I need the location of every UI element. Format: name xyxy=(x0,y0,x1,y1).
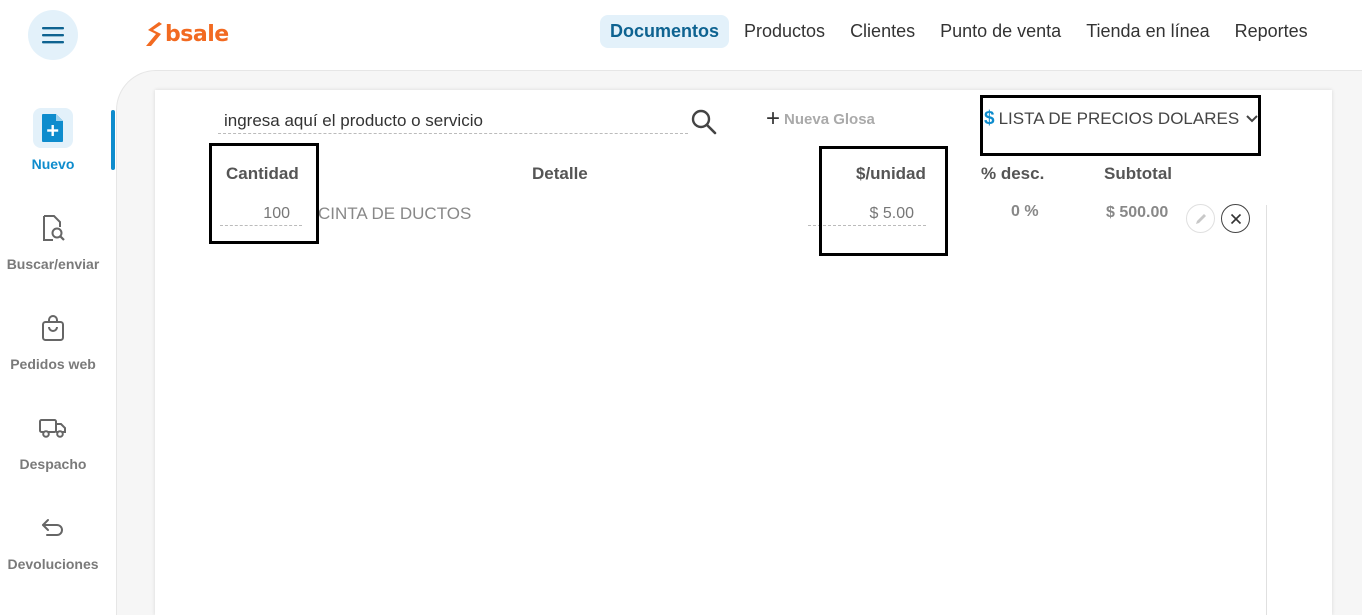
bsale-logo-icon xyxy=(146,22,162,46)
sidebar-item-label: Pedidos web xyxy=(10,356,96,372)
return-arrow-icon xyxy=(33,508,73,548)
nav-punto-de-venta[interactable]: Punto de venta xyxy=(930,15,1071,48)
row-discount[interactable]: 0 % xyxy=(1011,203,1039,221)
sidebar-item-label: Devoluciones xyxy=(7,556,99,572)
sidebar-item-pedidos-web[interactable]: Pedidos web xyxy=(0,308,106,398)
annotation-box-unidad xyxy=(819,146,948,256)
hamburger-icon xyxy=(42,27,64,44)
nav-reportes[interactable]: Reportes xyxy=(1225,15,1318,48)
sidebar-item-buscar-enviar[interactable]: Buscar/enviar xyxy=(0,208,106,298)
sidebar-item-label: Buscar/enviar xyxy=(6,256,100,272)
nav-productos[interactable]: Productos xyxy=(734,15,835,48)
header-detalle: Detalle xyxy=(532,164,588,183)
delete-row-button[interactable] xyxy=(1221,204,1250,233)
logo-text: bsale xyxy=(165,21,229,47)
annotation-box-pricelist xyxy=(980,95,1261,156)
plus-icon: + xyxy=(766,105,781,132)
sidebar-item-despacho[interactable]: Despacho xyxy=(0,408,106,498)
header-desc: % desc. xyxy=(981,164,1045,183)
annotation-box-cantidad xyxy=(209,143,319,244)
new-document-icon xyxy=(33,108,73,148)
sidebar-active-indicator xyxy=(111,110,115,170)
nav-documentos[interactable]: Documentos xyxy=(600,15,730,48)
product-search-input[interactable] xyxy=(218,108,688,134)
sidebar-item-nuevo[interactable]: Nuevo xyxy=(0,108,106,198)
nueva-glosa-button[interactable]: + Nueva Glosa xyxy=(766,105,875,132)
row-detail: CINTA DE DUCTOS xyxy=(318,204,472,223)
main-nav: Documentos Productos Clientes Punto de v… xyxy=(600,15,1323,48)
sidebar: Nuevo Buscar/enviar Pedidos web Despacho… xyxy=(0,100,116,615)
document-search-icon xyxy=(33,208,73,248)
edit-row-button[interactable] xyxy=(1186,204,1215,233)
pencil-icon xyxy=(1195,213,1206,224)
sidebar-item-label: Nuevo xyxy=(31,156,75,172)
nav-clientes[interactable]: Clientes xyxy=(840,15,925,48)
close-icon xyxy=(1230,213,1241,224)
row-subtotal: $ 500.00 xyxy=(1106,204,1169,221)
shopping-bag-icon xyxy=(33,308,73,348)
sidebar-item-label: Despacho xyxy=(19,456,87,472)
hamburger-menu-button[interactable] xyxy=(28,10,78,60)
bsale-logo[interactable]: bsale xyxy=(143,20,229,48)
header-subtotal: Subtotal xyxy=(1104,164,1172,183)
table-divider xyxy=(1266,205,1267,615)
sidebar-item-devoluciones[interactable]: Devoluciones xyxy=(0,508,106,598)
truck-icon xyxy=(33,408,73,448)
top-bar: bsale Documentos Productos Clientes Punt… xyxy=(0,0,1362,70)
nav-tienda-en-linea[interactable]: Tienda en línea xyxy=(1076,15,1219,48)
nueva-glosa-label: Nueva Glosa xyxy=(784,110,875,128)
search-icon[interactable] xyxy=(690,108,718,141)
